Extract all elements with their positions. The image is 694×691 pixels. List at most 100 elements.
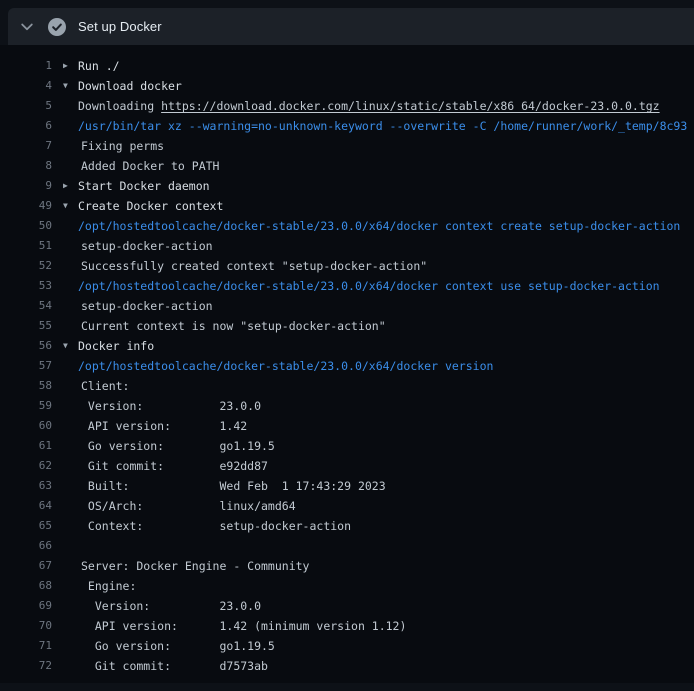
log-text: setup-docker-action (78, 296, 213, 316)
arrow-spacer (52, 116, 78, 136)
arrow-spacer (52, 476, 78, 496)
line-number[interactable]: 62 (0, 456, 52, 476)
log-text: setup-docker-action (78, 236, 213, 256)
line-number[interactable]: 7 (0, 136, 52, 156)
log-line: 6/usr/bin/tar xz --warning=no-unknown-ke… (0, 116, 694, 136)
line-number[interactable]: 49 (0, 196, 52, 216)
log-text: Downloading (78, 99, 161, 113)
line-number[interactable]: 58 (0, 376, 52, 396)
line-number[interactable]: 70 (0, 616, 52, 636)
arrow-spacer (52, 496, 78, 516)
log-line: 61 Go version: go1.19.5 (0, 436, 694, 456)
log-text: Engine: (78, 576, 136, 596)
log-command-text: /opt/hostedtoolcache/docker-stable/23.0.… (78, 276, 660, 296)
log-text: Git commit: d7573ab (78, 656, 268, 676)
line-number[interactable]: 61 (0, 436, 52, 456)
line-number[interactable]: 66 (0, 536, 52, 556)
line-number[interactable]: 54 (0, 296, 52, 316)
line-number[interactable]: 53 (0, 276, 52, 296)
line-number[interactable]: 72 (0, 656, 52, 676)
arrow-spacer (52, 256, 78, 276)
line-number[interactable]: 52 (0, 256, 52, 276)
arrow-spacer (52, 276, 78, 296)
log-text: Added Docker to PATH (78, 156, 219, 176)
line-number[interactable]: 67 (0, 556, 52, 576)
log-output-area: 1▶Run ./4▼Download docker5Downloading ht… (0, 45, 694, 683)
log-text: Go version: go1.19.5 (78, 436, 275, 456)
line-number[interactable]: 6 (0, 116, 52, 136)
line-number[interactable]: 65 (0, 516, 52, 536)
log-text: Context: setup-docker-action (78, 516, 351, 536)
log-text: Server: Docker Engine - Community (78, 556, 309, 576)
check-circle-icon (48, 18, 66, 36)
log-text: OS/Arch: linux/amd64 (78, 496, 296, 516)
log-text: API version: 1.42 (minimum version 1.12) (78, 616, 406, 636)
line-number[interactable]: 1 (0, 56, 52, 76)
line-number[interactable]: 55 (0, 316, 52, 336)
log-group-line: 4▼Download docker (0, 76, 694, 96)
log-text: Git commit: e92dd87 (78, 456, 268, 476)
log-line: 65 Context: setup-docker-action (0, 516, 694, 536)
group-collapse-icon[interactable]: ▼ (52, 196, 78, 216)
line-number[interactable]: 8 (0, 156, 52, 176)
log-text: Docker info (78, 336, 154, 356)
log-line: 71 Go version: go1.19.5 (0, 636, 694, 656)
arrow-spacer (52, 216, 78, 236)
log-line: 50/opt/hostedtoolcache/docker-stable/23.… (0, 216, 694, 236)
group-collapse-icon[interactable]: ▼ (52, 336, 78, 356)
log-line: 70 API version: 1.42 (minimum version 1.… (0, 616, 694, 636)
arrow-spacer (52, 556, 78, 576)
log-text: Version: 23.0.0 (78, 596, 261, 616)
arrow-spacer (52, 396, 78, 416)
chevron-down-icon[interactable] (19, 19, 35, 35)
log-line: 53/opt/hostedtoolcache/docker-stable/23.… (0, 276, 694, 296)
log-text: Start Docker daemon (78, 176, 210, 196)
log-line: 67 Server: Docker Engine - Community (0, 556, 694, 576)
line-number[interactable]: 9 (0, 176, 52, 196)
group-expand-icon[interactable]: ▶ (52, 176, 78, 196)
arrow-spacer (52, 416, 78, 436)
line-number[interactable]: 57 (0, 356, 52, 376)
log-line: 5 Downloading https://download.docker.com… (0, 96, 694, 116)
line-number[interactable]: 5 (0, 96, 52, 116)
line-number[interactable]: 64 (0, 496, 52, 516)
log-text: API version: 1.42 (78, 416, 247, 436)
line-number[interactable]: 50 (0, 216, 52, 236)
log-line: 55 Current context is now "setup-docker-a… (0, 316, 694, 336)
line-number[interactable]: 60 (0, 416, 52, 436)
group-expand-icon[interactable]: ▶ (52, 56, 78, 76)
log-text: Downloading https://download.docker.com/… (78, 96, 660, 116)
log-command-text: /usr/bin/tar xz --warning=no-unknown-key… (78, 116, 687, 136)
log-line: 54 setup-docker-action (0, 296, 694, 316)
log-command-text: /opt/hostedtoolcache/docker-stable/23.0.… (78, 356, 493, 376)
log-command-text: /opt/hostedtoolcache/docker-stable/23.0.… (78, 216, 680, 236)
log-group-line: 9▶Start Docker daemon (0, 176, 694, 196)
log-text: Fixing perms (78, 136, 164, 156)
log-text: Run ./ (78, 56, 120, 76)
line-number[interactable]: 4 (0, 76, 52, 96)
line-number[interactable]: 63 (0, 476, 52, 496)
line-number[interactable]: 68 (0, 576, 52, 596)
log-line: 52 Successfully created context "setup-do… (0, 256, 694, 276)
log-text: Current context is now "setup-docker-act… (78, 316, 386, 336)
log-text: Successfully created context "setup-dock… (78, 256, 427, 276)
log-group-line: 56▼Docker info (0, 336, 694, 356)
arrow-spacer (52, 376, 78, 396)
line-number[interactable]: 51 (0, 236, 52, 256)
download-url-link[interactable]: https://download.docker.com/linux/static… (161, 99, 660, 113)
log-text: Built: Wed Feb 1 17:43:29 2023 (78, 476, 386, 496)
step-header-set-up-docker[interactable]: Set up Docker (8, 8, 694, 45)
line-number[interactable]: 56 (0, 336, 52, 356)
line-number[interactable]: 71 (0, 636, 52, 656)
log-text: Download docker (78, 76, 182, 96)
log-line: 72 Git commit: d7573ab (0, 656, 694, 676)
arrow-spacer (52, 616, 78, 636)
arrow-spacer (52, 596, 78, 616)
line-number[interactable]: 59 (0, 396, 52, 416)
group-collapse-icon[interactable]: ▼ (52, 76, 78, 96)
line-number[interactable]: 69 (0, 596, 52, 616)
log-line: 69 Version: 23.0.0 (0, 596, 694, 616)
log-text: Client: (78, 376, 129, 396)
log-text: Version: 23.0.0 (78, 396, 261, 416)
arrow-spacer (52, 576, 78, 596)
